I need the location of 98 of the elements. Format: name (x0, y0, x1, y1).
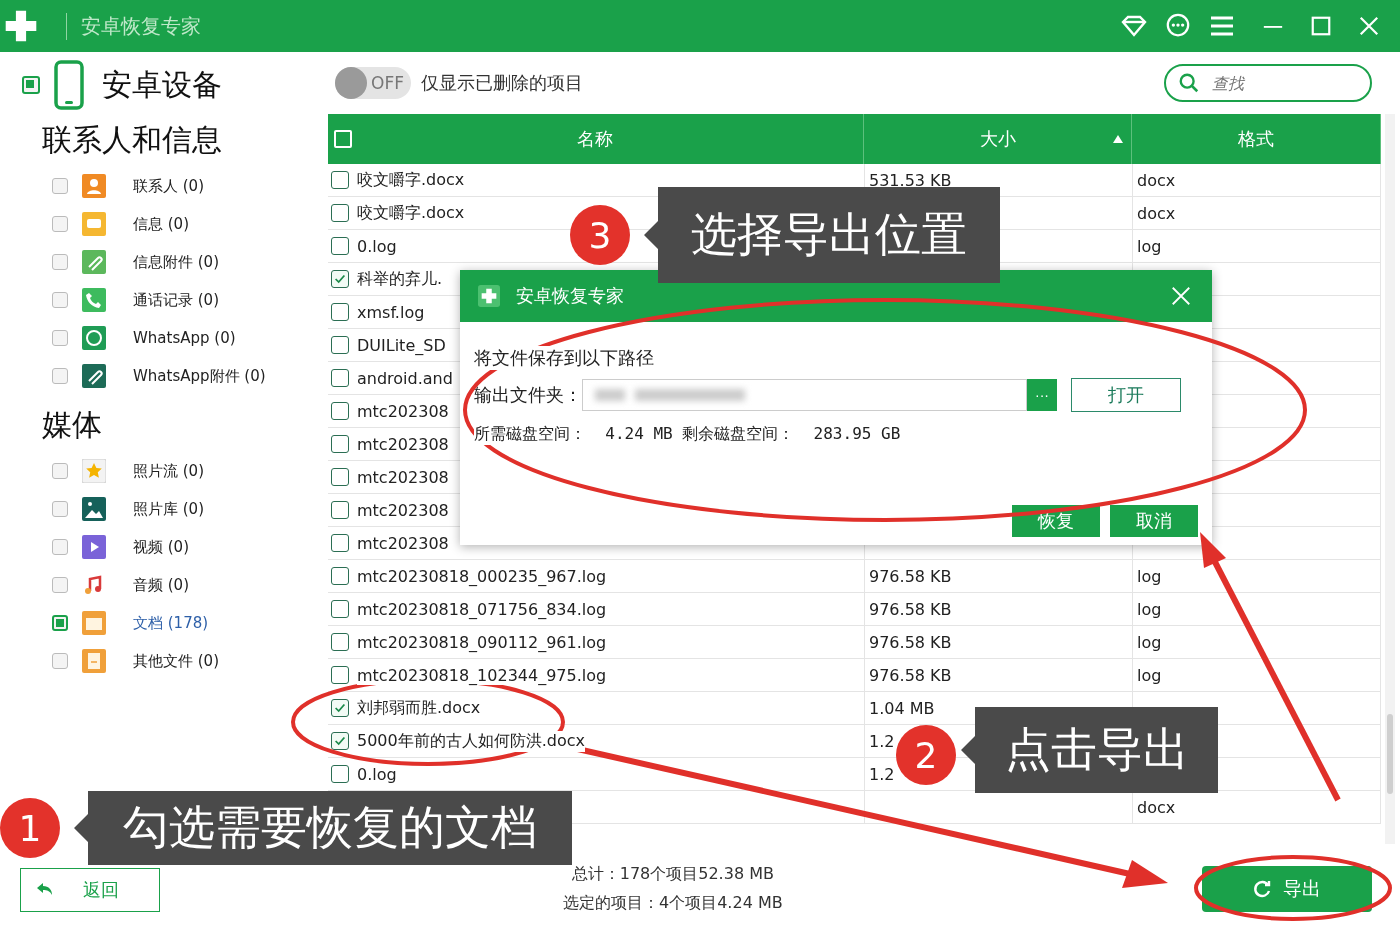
refresh-icon (1253, 879, 1273, 899)
row-checkbox[interactable] (331, 468, 349, 486)
category-item[interactable]: 联系人 (0) (133, 176, 204, 196)
category-item[interactable]: 照片库 (0) (133, 499, 204, 519)
selected-summary: 选定的项目：4个项目4.24 MB (563, 893, 783, 914)
category-item[interactable]: 通话记录 (0) (133, 290, 219, 310)
chat-icon[interactable] (1164, 13, 1192, 39)
paperclip-icon (82, 250, 106, 274)
row-checkbox[interactable] (331, 534, 349, 552)
row-checkbox[interactable] (331, 435, 349, 453)
row-checkbox[interactable] (331, 171, 349, 189)
row-checkbox[interactable] (331, 765, 349, 783)
message-icon (82, 212, 106, 236)
select-all-checkbox[interactable] (334, 130, 352, 148)
checkbox[interactable] (52, 463, 68, 479)
row-checkbox[interactable] (331, 633, 349, 651)
search-field[interactable]: 查找 (1164, 64, 1372, 102)
window-title: 安卓恢复专家 (66, 12, 201, 40)
star-icon (82, 459, 106, 483)
chat-bubble-icon (82, 326, 106, 350)
callout: 点击导出 (961, 707, 1218, 793)
contact-icon (82, 174, 106, 198)
checkbox[interactable] (52, 653, 68, 669)
sort-arrow-icon (1113, 135, 1124, 143)
checkmark-icon (333, 734, 347, 748)
row-checkbox[interactable] (331, 204, 349, 222)
category-item[interactable]: 文档 (178) (133, 613, 209, 633)
play-icon (82, 535, 106, 559)
checkbox[interactable] (52, 577, 68, 593)
category-item[interactable]: 视频 (0) (133, 537, 189, 557)
checkbox[interactable] (22, 76, 40, 94)
callout: 选择导出位置 (644, 187, 1000, 283)
maximize-icon[interactable] (1310, 15, 1332, 37)
close-icon[interactable] (1170, 285, 1192, 307)
category-item[interactable]: 信息附件 (0) (133, 252, 219, 272)
total-summary: 总计：178个项目52.38 MB (571, 864, 774, 885)
file-name: 咬文嚼字.docx (357, 202, 465, 224)
toggle-switch[interactable]: OFF (335, 67, 411, 99)
dialog-title: 安卓恢复专家 (516, 284, 624, 308)
row-checkbox[interactable] (331, 501, 349, 519)
phone-icon (54, 60, 84, 110)
row-checkbox[interactable] (331, 666, 349, 684)
checkbox[interactable] (52, 539, 68, 555)
checkbox[interactable] (52, 615, 68, 631)
checkbox[interactable] (52, 216, 68, 232)
checkbox[interactable] (52, 178, 68, 194)
phone-icon (82, 288, 106, 312)
file-name: 科举的弃儿. (357, 268, 443, 290)
checkbox[interactable] (52, 368, 68, 384)
checkbox[interactable] (52, 501, 68, 517)
close-icon[interactable] (1358, 15, 1380, 37)
category-item[interactable]: 信息 (0) (133, 214, 189, 234)
checkbox[interactable] (52, 292, 68, 308)
checkbox[interactable] (52, 254, 68, 270)
row-checkbox[interactable] (331, 600, 349, 618)
checkbox[interactable] (52, 330, 68, 346)
plus-logo-icon (4, 9, 38, 43)
checkmark-icon (333, 701, 347, 715)
back-button[interactable]: 返回 (20, 868, 160, 912)
row-checkbox[interactable] (331, 567, 349, 585)
plus-logo-icon (478, 285, 500, 307)
checkmark-icon (333, 272, 347, 286)
category-heading: 联系人和信息 (42, 121, 223, 159)
category-item[interactable]: 照片流 (0) (133, 461, 204, 481)
row-checkbox[interactable] (331, 369, 349, 387)
category-item[interactable]: WhatsApp (0) (133, 329, 236, 347)
row-checkbox[interactable] (331, 237, 349, 255)
device-label[interactable]: 安卓设备 (102, 64, 222, 106)
row-checkbox[interactable] (331, 303, 349, 321)
open-button[interactable]: 打开 (1071, 378, 1181, 412)
scrollbar[interactable] (1385, 114, 1395, 844)
file-name: 咬文嚼字.docx (357, 169, 465, 191)
step-badge: 2 (896, 725, 956, 785)
path-field[interactable] (582, 379, 1027, 411)
category-item[interactable]: 音频 (0) (133, 575, 189, 595)
file-name: 5000年前的古人如何防洪.docx (357, 730, 585, 752)
row-checkbox[interactable] (331, 402, 349, 420)
category-heading: 媒体 (42, 406, 103, 444)
dialog-prompt: 将文件保存到以下路径 (474, 346, 654, 370)
step-badge: 3 (570, 205, 630, 265)
file-icon (82, 649, 106, 673)
callout: 勾选需要恢复的文档 (74, 791, 572, 865)
step-badge: 1 (0, 798, 60, 858)
paperclip-icon (82, 364, 106, 388)
row-checkbox[interactable] (331, 270, 349, 288)
category-item[interactable]: WhatsApp附件 (0) (133, 366, 266, 386)
diamond-icon[interactable] (1120, 13, 1148, 39)
filter-label: 仅显示已删除的项目 (421, 71, 583, 95)
row-checkbox[interactable] (331, 732, 349, 750)
folder-label: 输出文件夹： (474, 383, 582, 407)
row-checkbox[interactable] (331, 336, 349, 354)
file-name: 刘邦弱而胜.docx (357, 697, 481, 719)
search-icon (1178, 72, 1200, 94)
row-checkbox[interactable] (331, 699, 349, 717)
category-item[interactable]: 其他文件 (0) (133, 651, 219, 671)
disk-space-info: 所需磁盘空间： 4.24 MB 剩余磁盘空间： 283.95 GB (474, 424, 901, 445)
image-icon (82, 497, 106, 521)
folder-icon (82, 611, 106, 635)
